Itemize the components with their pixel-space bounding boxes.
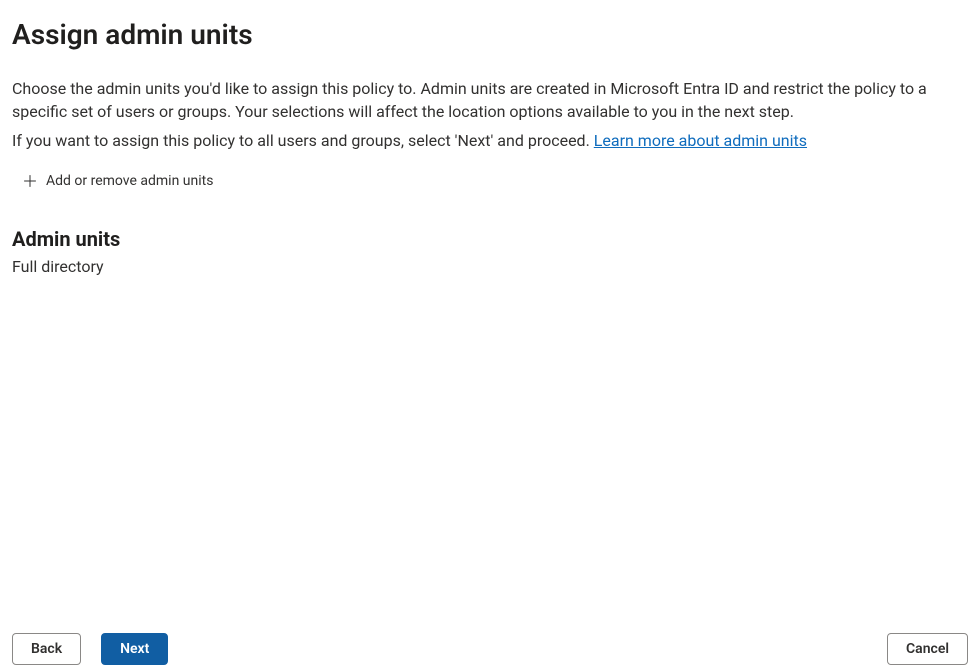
next-button[interactable]: Next bbox=[101, 633, 168, 665]
learn-more-link[interactable]: Learn more about admin units bbox=[594, 131, 807, 150]
admin-units-value: Full directory bbox=[12, 257, 968, 276]
admin-units-heading: Admin units bbox=[12, 227, 968, 251]
description-prefix: If you want to assign this policy to all… bbox=[12, 131, 594, 150]
description-text-1: Choose the admin units you'd like to ass… bbox=[12, 77, 968, 123]
add-remove-label: Add or remove admin units bbox=[46, 173, 213, 189]
plus-icon bbox=[22, 173, 38, 189]
add-remove-admin-units-button[interactable]: Add or remove admin units bbox=[22, 171, 968, 191]
page-title: Assign admin units bbox=[12, 18, 968, 51]
cancel-button[interactable]: Cancel bbox=[887, 633, 968, 665]
description-text-2: If you want to assign this policy to all… bbox=[12, 129, 968, 152]
back-button[interactable]: Back bbox=[12, 633, 81, 665]
wizard-footer: Back Next Cancel bbox=[12, 633, 968, 665]
assign-admin-units-page: Assign admin units Choose the admin unit… bbox=[0, 0, 980, 671]
footer-left-group: Back Next bbox=[12, 633, 168, 665]
